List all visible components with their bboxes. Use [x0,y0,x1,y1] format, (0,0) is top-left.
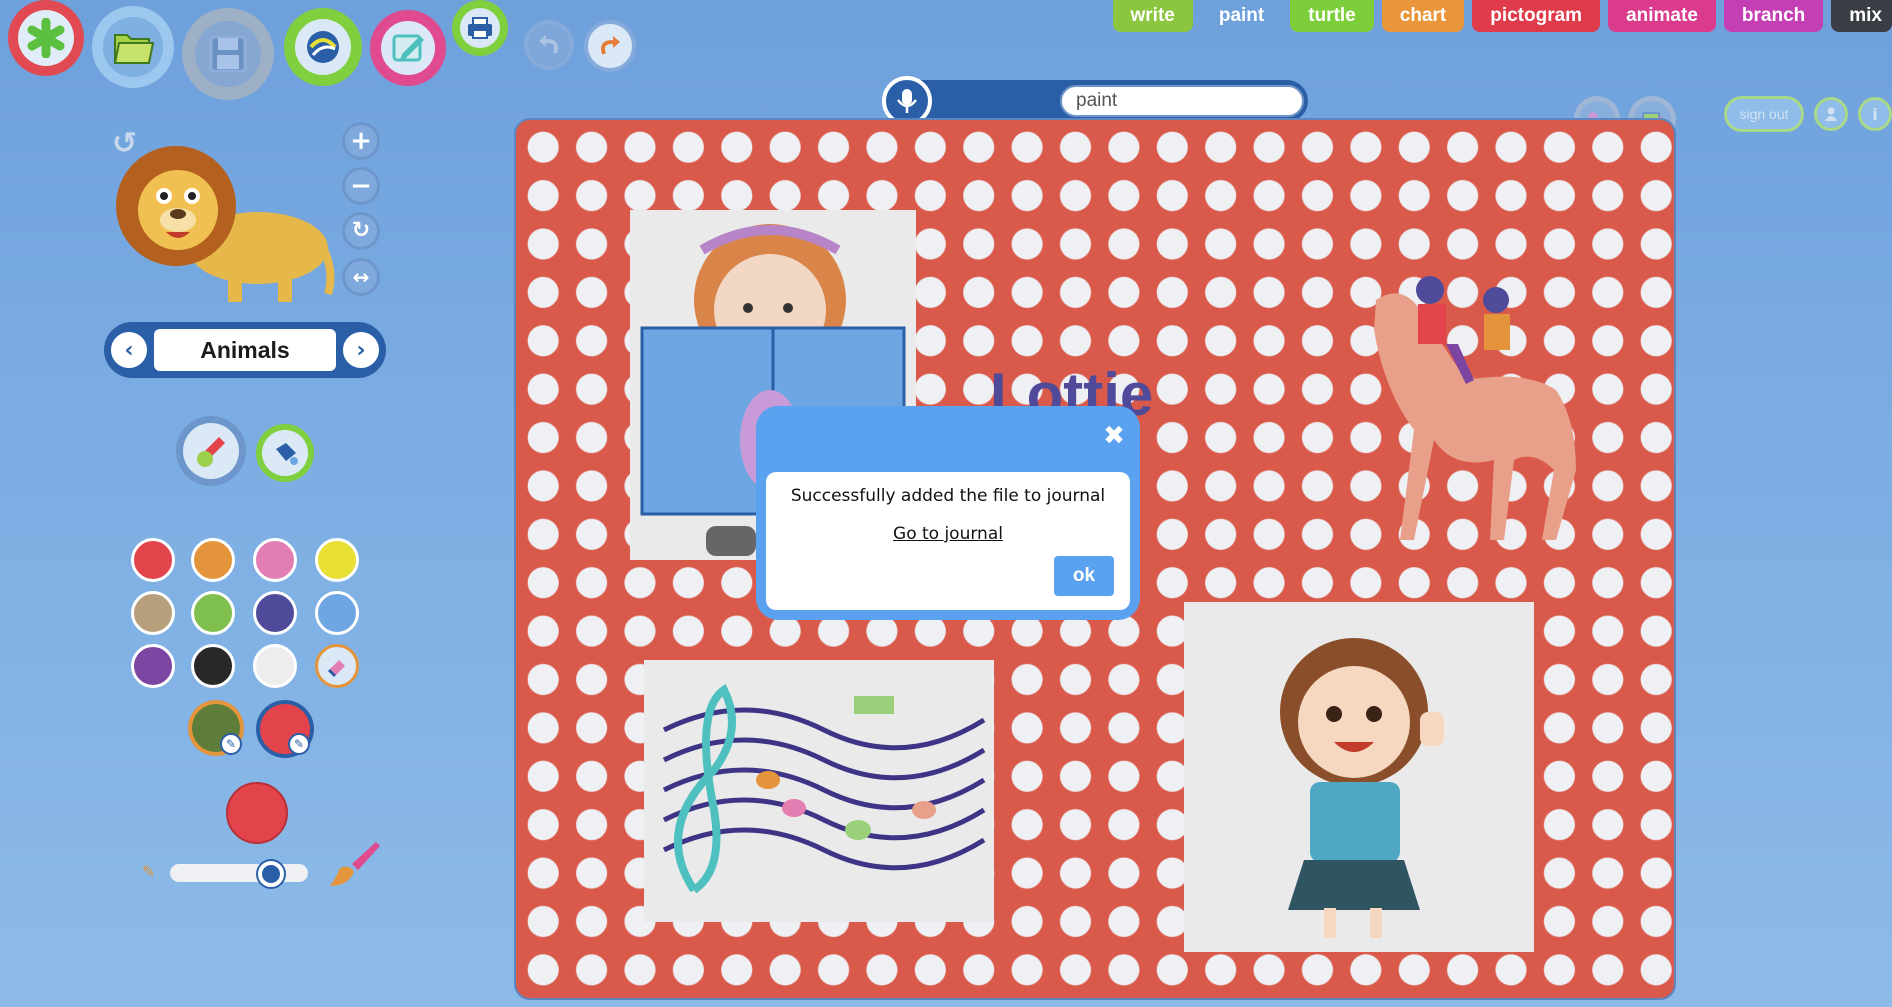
floppy-disk-icon [194,20,262,88]
globe-icon [294,18,352,76]
tab-turtle[interactable]: turtle [1290,0,1374,32]
lion-image [116,146,335,302]
horse-riders-image [1374,276,1576,540]
chevron-right-icon: › [356,337,366,363]
sign-out-button[interactable]: sign out [1724,96,1804,132]
brush-size-slider-handle[interactable] [258,861,284,887]
category-prev-button[interactable]: ‹ [108,329,150,371]
tab-mix[interactable]: mix [1831,0,1892,32]
color-swatch-orange[interactable] [191,538,235,582]
microphone-icon [897,89,917,113]
zoom-out-button[interactable]: − [342,167,380,205]
category-selector: ‹ Animals › [104,322,386,378]
printer-icon [459,7,501,49]
dialog-body: Successfully added the file to journal G… [766,472,1130,610]
info-button[interactable]: i [1858,97,1892,131]
reset-icon[interactable]: ↺ [112,126,137,161]
ok-button[interactable]: ok [1054,556,1114,596]
save-button[interactable] [182,8,274,100]
paint-brush-tool-button[interactable] [176,416,246,486]
fill-tool-button[interactable] [256,424,314,482]
plus-icon: + [350,126,372,156]
color-swatch-pink[interactable] [253,538,297,582]
tab-animate[interactable]: animate [1608,0,1716,32]
category-label: Animals [154,329,336,371]
go-to-journal-link[interactable]: Go to journal [766,524,1130,544]
dialog-message: Successfully added the file to journal [790,486,1106,506]
close-icon: ✖ [1103,421,1125,451]
search-bar [882,76,1308,126]
flip-horizontal-icon: ↔ [352,265,370,289]
paint-bucket-icon [261,429,309,477]
color-swatch-indigo[interactable] [253,591,297,635]
network-button[interactable] [284,8,362,86]
brush-size-slider[interactable] [170,864,308,882]
color-swatch-white[interactable] [253,644,297,688]
print-button[interactable] [452,0,508,56]
category-next-button[interactable]: › [340,329,382,371]
minus-icon: − [350,171,372,201]
color-swatch-purple[interactable] [131,644,175,688]
undo-arrow-icon [528,24,570,66]
tab-branch[interactable]: branch [1723,0,1824,32]
user-icon [1825,107,1837,121]
eyedropper-icon: ✎ [288,733,310,755]
folder-icon [103,17,163,77]
flip-button[interactable]: ↔ [342,258,380,296]
search-input[interactable] [1060,85,1304,117]
paint-brush-icon [183,423,239,479]
color-swatch-red[interactable] [131,538,175,582]
current-color-indicator [226,782,288,844]
redo-arrow-icon [588,24,632,68]
tab-paint[interactable]: paint [1200,0,1283,32]
color-swatch-light-blue[interactable] [315,591,359,635]
user-button[interactable] [1814,97,1848,131]
undo-button[interactable] [524,20,574,70]
chevron-left-icon: ‹ [124,337,134,363]
info-icon: i [1872,104,1878,124]
color-swatch-black[interactable] [191,644,235,688]
tab-chart[interactable]: chart [1381,0,1465,32]
eraser-icon [327,660,345,678]
texture-pick-icon: ✎ [220,733,242,755]
new-button[interactable] [8,0,84,76]
large-brush-icon [330,842,380,886]
color-swatch-tan[interactable] [131,591,175,635]
music-notes-image [644,660,994,922]
rotate-button[interactable]: ↻ [342,212,380,250]
close-dialog-button[interactable]: ✖ [1100,421,1128,451]
zoom-in-button[interactable]: + [342,122,380,160]
eraser-button[interactable] [315,644,359,688]
tab-write[interactable]: write [1112,0,1193,32]
small-brush-icon: ✎ [142,862,156,881]
rotate-icon: ↻ [351,218,371,243]
color-swatch-green[interactable] [191,591,235,635]
tab-pictogram[interactable]: pictogram [1472,0,1601,32]
edit-button[interactable] [370,10,446,86]
open-button[interactable] [92,6,174,88]
redo-button[interactable] [584,20,636,72]
color-swatch-yellow[interactable] [315,538,359,582]
asterisk-icon [17,9,75,67]
girl-thumbs-up-image [1184,602,1534,952]
success-dialog: ✖ Successfully added the file to journal… [756,406,1140,620]
activity-tabs: write paint turtle chart pictogram anima… [1105,0,1892,33]
edit-note-icon [380,20,436,76]
